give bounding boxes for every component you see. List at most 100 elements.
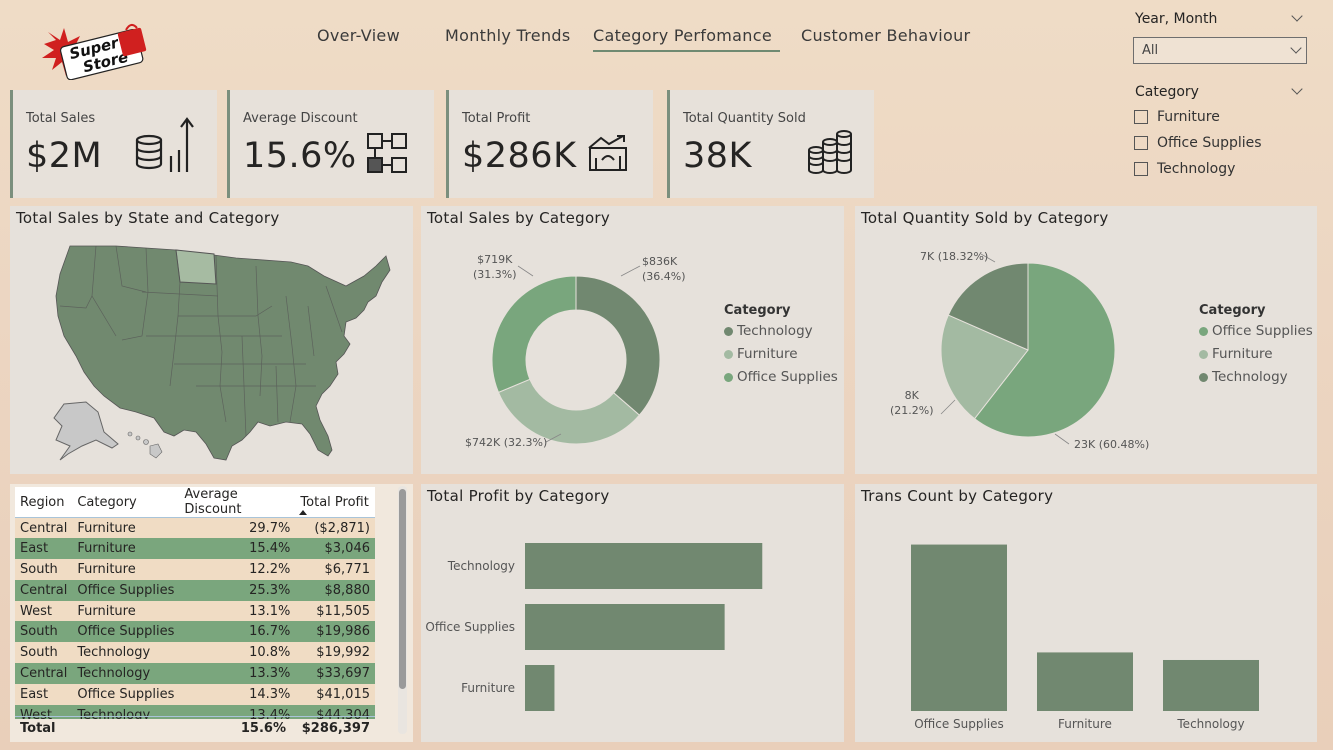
chevron-down-icon: [1290, 42, 1302, 54]
table-cell: Technology: [77, 645, 151, 661]
sales-by-category-panel: Total Sales by Category $836K (36.4%) $74…: [421, 206, 844, 474]
trans-bar-axis-label: Office Supplies: [914, 717, 1004, 731]
region-category-table[interactable]: Region Category Average Discount Total P…: [15, 487, 375, 719]
table-row[interactable]: East Office Supplies 14.3% $41,015: [15, 683, 375, 705]
year-month-value: All: [1142, 43, 1159, 58]
vertical-bar-chart[interactable]: Office Supplies Furniture Technology: [855, 484, 1317, 742]
coin-stacks-icon: [808, 130, 852, 174]
superstore-logo: Super Store: [40, 18, 150, 81]
table-cell: South: [20, 561, 58, 577]
profit-bar-technology[interactable]: [525, 543, 763, 589]
donut-label-office-supplies: $719K (31.3%): [473, 253, 517, 281]
table-cell: $33,697: [316, 665, 370, 681]
nav-monthly-trends[interactable]: Monthly Trends: [445, 26, 570, 45]
table-row[interactable]: West Furniture 13.1% $11,505: [15, 600, 375, 622]
profit-bar-office-supplies[interactable]: [525, 604, 725, 650]
table-cell: $6,771: [324, 561, 371, 577]
hawaii-shape[interactable]: [127, 431, 163, 459]
donut-slice-office-supplies[interactable]: [491, 275, 577, 394]
legend-item-office-supplies[interactable]: Office Supplies: [724, 369, 838, 385]
map-panel: Total Sales by State and Category: [10, 206, 413, 474]
table-cell: East: [20, 541, 49, 557]
table-row[interactable]: East Furniture 15.4% $3,046: [15, 538, 375, 560]
us-map[interactable]: [46, 236, 406, 466]
nav-customer-behaviour[interactable]: Customer Behaviour: [801, 26, 970, 45]
table-row[interactable]: South Office Supplies 16.7% $19,986: [15, 621, 375, 643]
pie-leader-line: [1054, 433, 1070, 445]
donut-slice-technology[interactable]: [575, 275, 661, 416]
pie-label-technology: 7K (18.32%): [920, 250, 989, 263]
pie-label-furniture: 8K (21.2%): [890, 389, 934, 417]
category-option-furniture[interactable]: Furniture: [1134, 109, 1220, 125]
alaska-shape[interactable]: [53, 401, 119, 461]
category-option-technology[interactable]: Technology: [1134, 161, 1235, 177]
table-row[interactable]: South Technology 10.8% $19,992: [15, 642, 375, 664]
chevron-down-icon[interactable]: [1291, 83, 1303, 95]
trans-bar-technology[interactable]: [1163, 659, 1259, 711]
profit-bar-furniture[interactable]: [525, 665, 555, 711]
table-cell: 25.3%: [249, 582, 291, 598]
donut-label-technology: $836K (36.4%): [642, 255, 686, 283]
legend-item-technology[interactable]: Technology: [1199, 369, 1313, 385]
table-cell: $19,992: [316, 645, 370, 661]
table-cell: ($2,871): [314, 520, 370, 536]
trans-bar-axis-label: Furniture: [1058, 717, 1112, 731]
kpi-total-sales: Total Sales $2M: [10, 90, 217, 198]
kpi-total-profit: Total Profit $286K: [446, 90, 653, 198]
table-cell: South: [20, 624, 58, 640]
horizontal-bar-chart[interactable]: Technology Office Supplies Furniture: [421, 484, 844, 742]
us-mainland-shape[interactable]: [55, 245, 391, 461]
legend-item-furniture[interactable]: Furniture: [724, 346, 838, 362]
year-month-slicer-title: Year, Month: [1135, 11, 1218, 27]
col-header-region[interactable]: Region: [15, 487, 73, 518]
year-month-dropdown[interactable]: All: [1133, 37, 1307, 64]
table-cell: $8,880: [324, 582, 371, 598]
table-cell: 16.7%: [249, 624, 291, 640]
pie-leader-line: [940, 399, 956, 415]
category-option-office-supplies[interactable]: Office Supplies: [1134, 135, 1262, 151]
legend-item-technology[interactable]: Technology: [724, 323, 838, 339]
nav-category-performance[interactable]: Category Perfomance: [593, 26, 780, 52]
table-row[interactable]: Central Technology 13.3% $33,697: [15, 663, 375, 684]
col-header-avg-discount[interactable]: Average Discount: [179, 487, 296, 518]
profit-chart-icon: [588, 135, 627, 171]
table-cell: South: [20, 645, 58, 661]
donut-label-furniture: $742K (32.3%): [465, 436, 548, 449]
trans-bar-office-supplies[interactable]: [911, 544, 1007, 711]
table-cell: East: [20, 686, 49, 702]
table-row[interactable]: Central Office Supplies 25.3% $8,880: [15, 579, 375, 601]
legend-item-office-supplies[interactable]: Office Supplies: [1199, 323, 1313, 339]
pie-legend: Category Office Supplies Furniture Techn…: [1199, 303, 1313, 385]
table-cell: Technology: [77, 665, 151, 681]
table-cell: Furniture: [77, 603, 136, 619]
table-cell: 10.8%: [249, 645, 291, 661]
table-total-row: Total 15.6% $286,397: [15, 716, 375, 740]
table-cell: 14.3%: [249, 686, 291, 702]
trans-bar-axis-label: Technology: [1176, 717, 1244, 731]
table-cell: 12.2%: [249, 561, 291, 577]
checkbox[interactable]: [1134, 110, 1148, 124]
table-row[interactable]: Central Furniture 29.7% ($2,871): [15, 517, 375, 539]
table-cell: $41,015: [316, 686, 370, 702]
chevron-down-icon[interactable]: [1291, 10, 1303, 22]
legend-item-furniture[interactable]: Furniture: [1199, 346, 1313, 362]
table-cell: $19,986: [316, 624, 370, 640]
table-cell: Furniture: [77, 520, 136, 536]
trans-count-panel: Trans Count by Category Office Supplies F…: [855, 484, 1317, 742]
table-scrollbar[interactable]: [399, 489, 406, 689]
donut-leader-line: [517, 265, 534, 277]
donut-legend: Category Technology Furniture Office Sup…: [724, 303, 838, 385]
checkbox[interactable]: [1134, 136, 1148, 150]
table-cell: Central: [20, 582, 68, 598]
kpi-average-discount: Average Discount 15.6%: [227, 90, 434, 198]
col-header-total-profit[interactable]: Total Profit: [295, 487, 375, 518]
checkbox[interactable]: [1134, 162, 1148, 176]
pie-label-office-supplies: 23K (60.48%): [1074, 438, 1150, 451]
trans-bar-furniture[interactable]: [1037, 652, 1133, 711]
table-cell: Central: [20, 665, 68, 681]
col-header-category[interactable]: Category: [72, 487, 180, 518]
north-dakota-shape[interactable]: [175, 249, 217, 285]
sort-ascending-icon[interactable]: [299, 510, 308, 515]
nav-overview[interactable]: Over-View: [317, 26, 400, 45]
table-row[interactable]: South Furniture 12.2% $6,771: [15, 559, 375, 580]
